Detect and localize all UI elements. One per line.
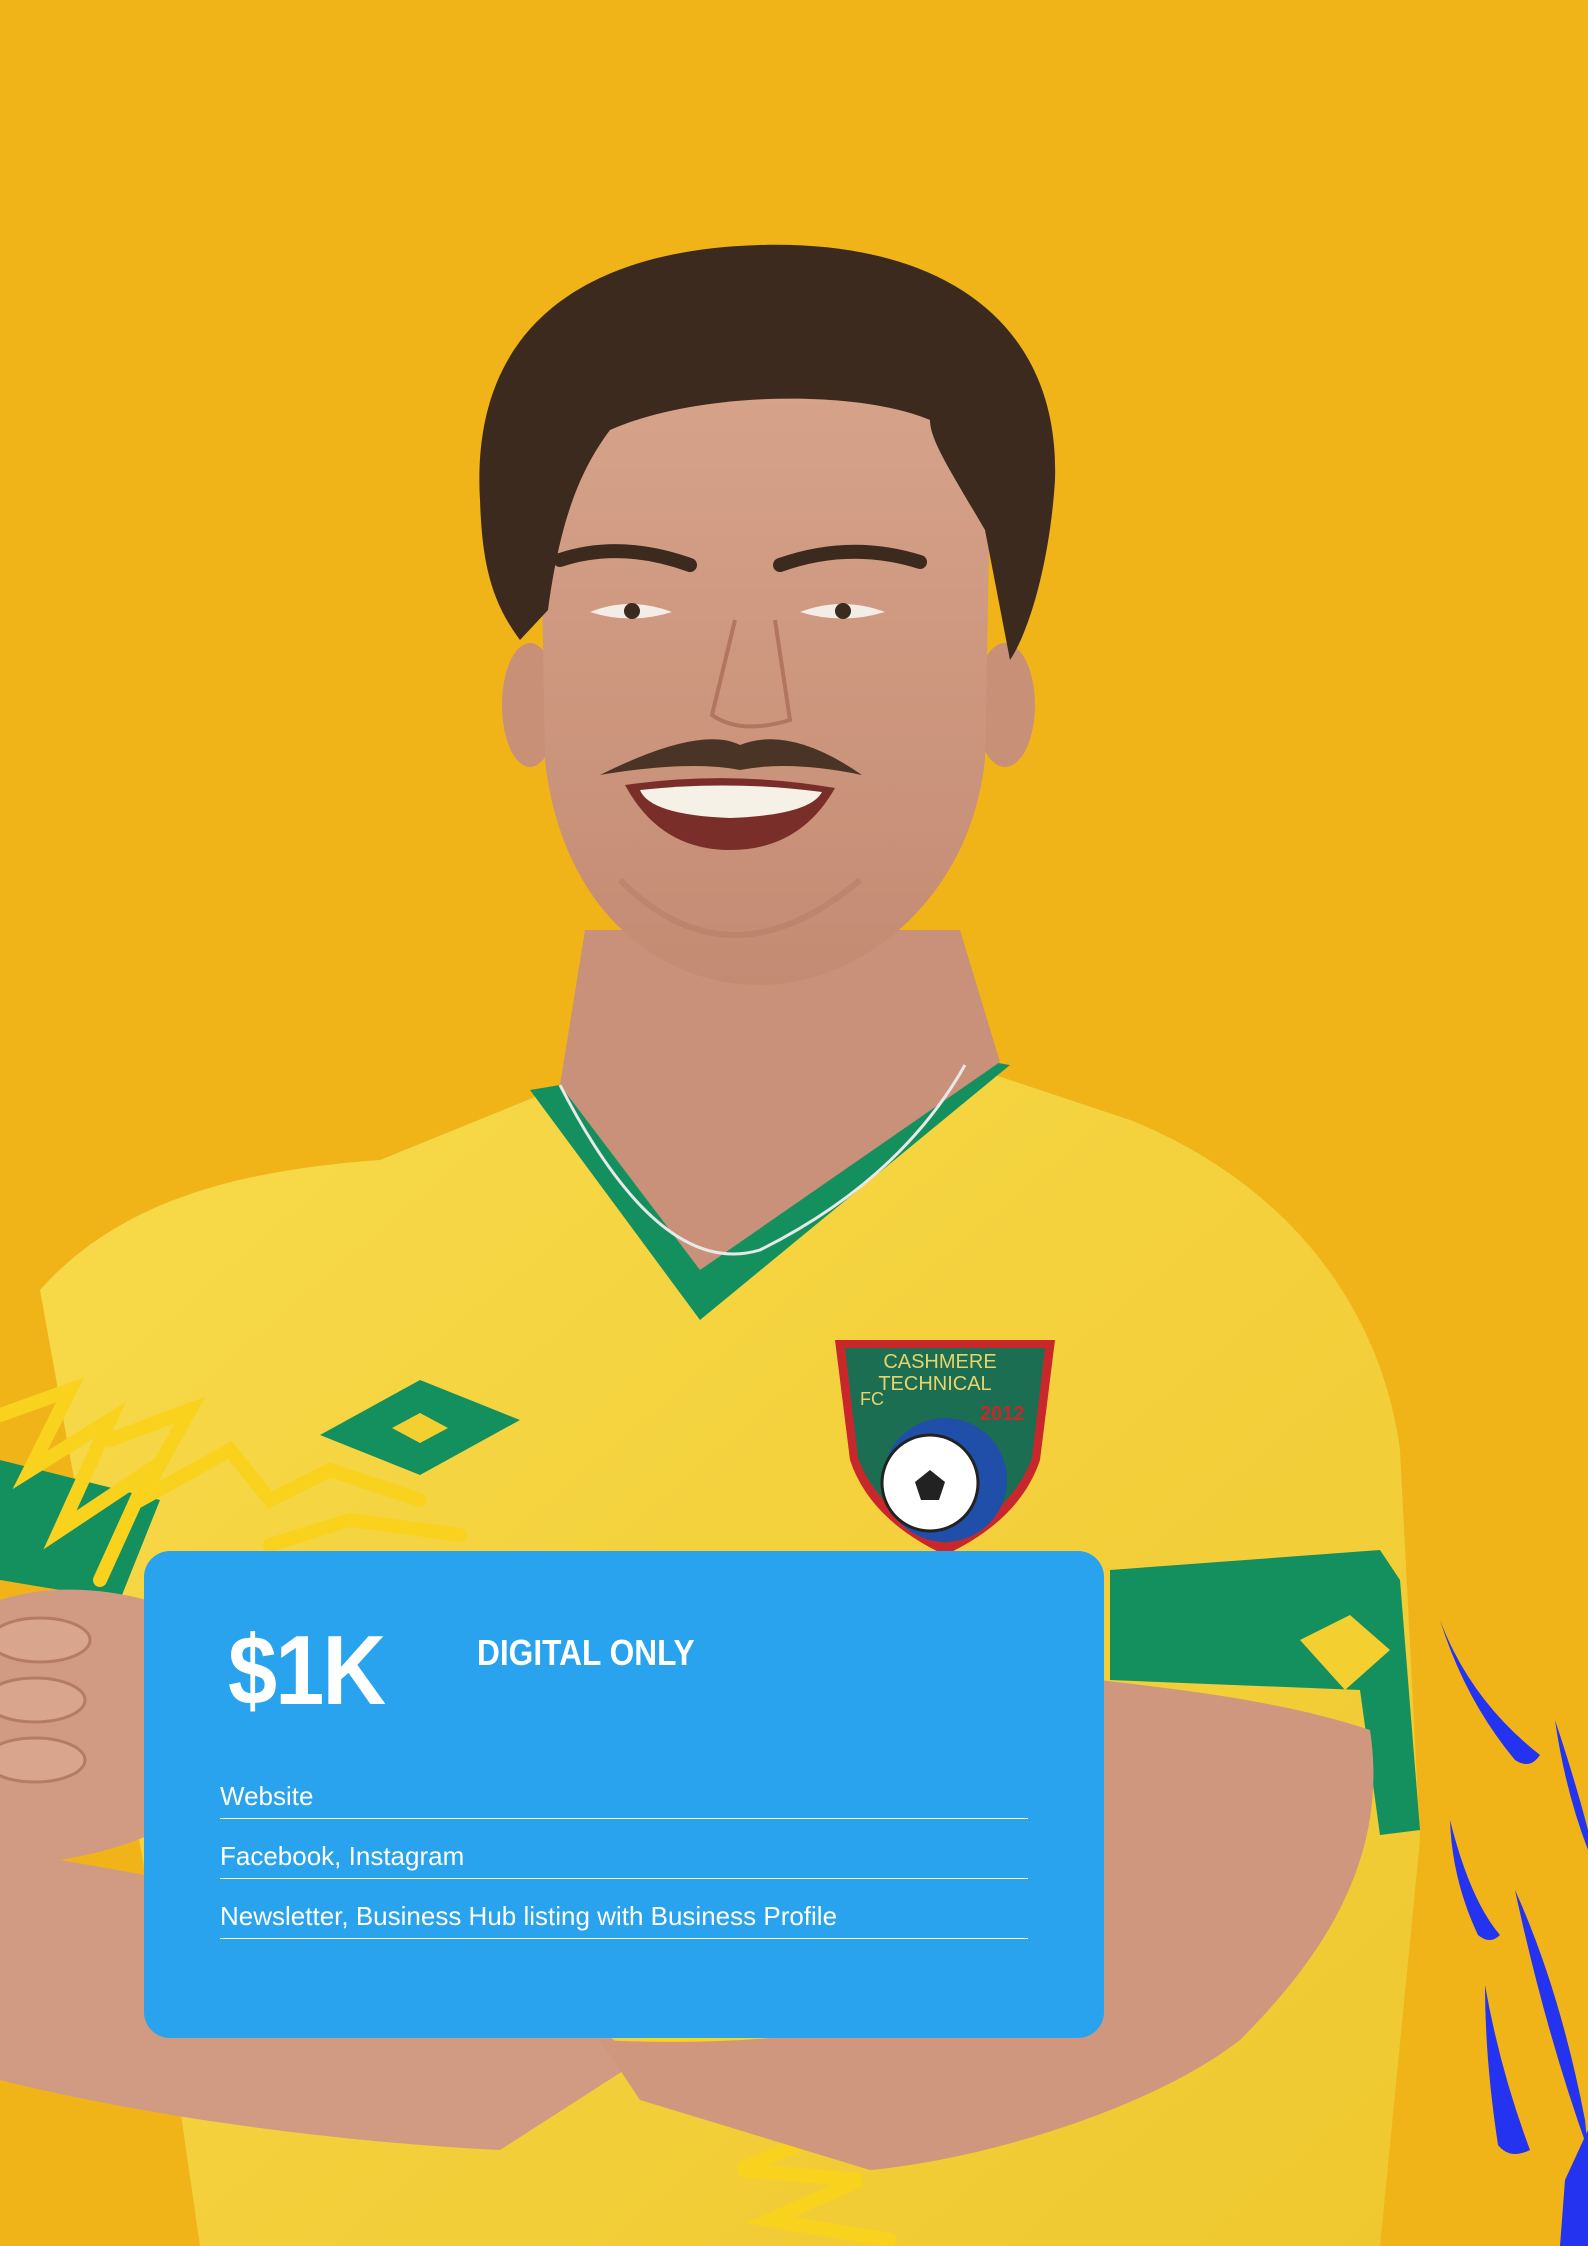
crest-text-1: CASHMERE xyxy=(883,1351,996,1373)
feature-list: Website Facebook, Instagram Newsletter, … xyxy=(220,1783,1028,1963)
crest-year: 2012 xyxy=(980,1403,1025,1425)
feature-item: Website xyxy=(220,1783,1028,1819)
tier-title: DIGITAL ONLY xyxy=(477,1632,695,1673)
crest-text-3: FC xyxy=(860,1389,884,1409)
face xyxy=(540,350,990,985)
price: $1K xyxy=(228,1615,386,1725)
sponsorship-card: $1K DIGITAL ONLY Website Facebook, Insta… xyxy=(144,1551,1104,2038)
crest-text-2: TECHNICAL xyxy=(878,1373,991,1395)
feature-item: Facebook, Instagram xyxy=(220,1843,1028,1879)
blue-brush-strokes xyxy=(1440,1620,1588,2246)
sponsorship-page: CASHMERE TECHNICAL FC 2012 $1K DIGITAL O… xyxy=(0,0,1588,2246)
feature-item: Newsletter, Business Hub listing with Bu… xyxy=(220,1903,1028,1939)
